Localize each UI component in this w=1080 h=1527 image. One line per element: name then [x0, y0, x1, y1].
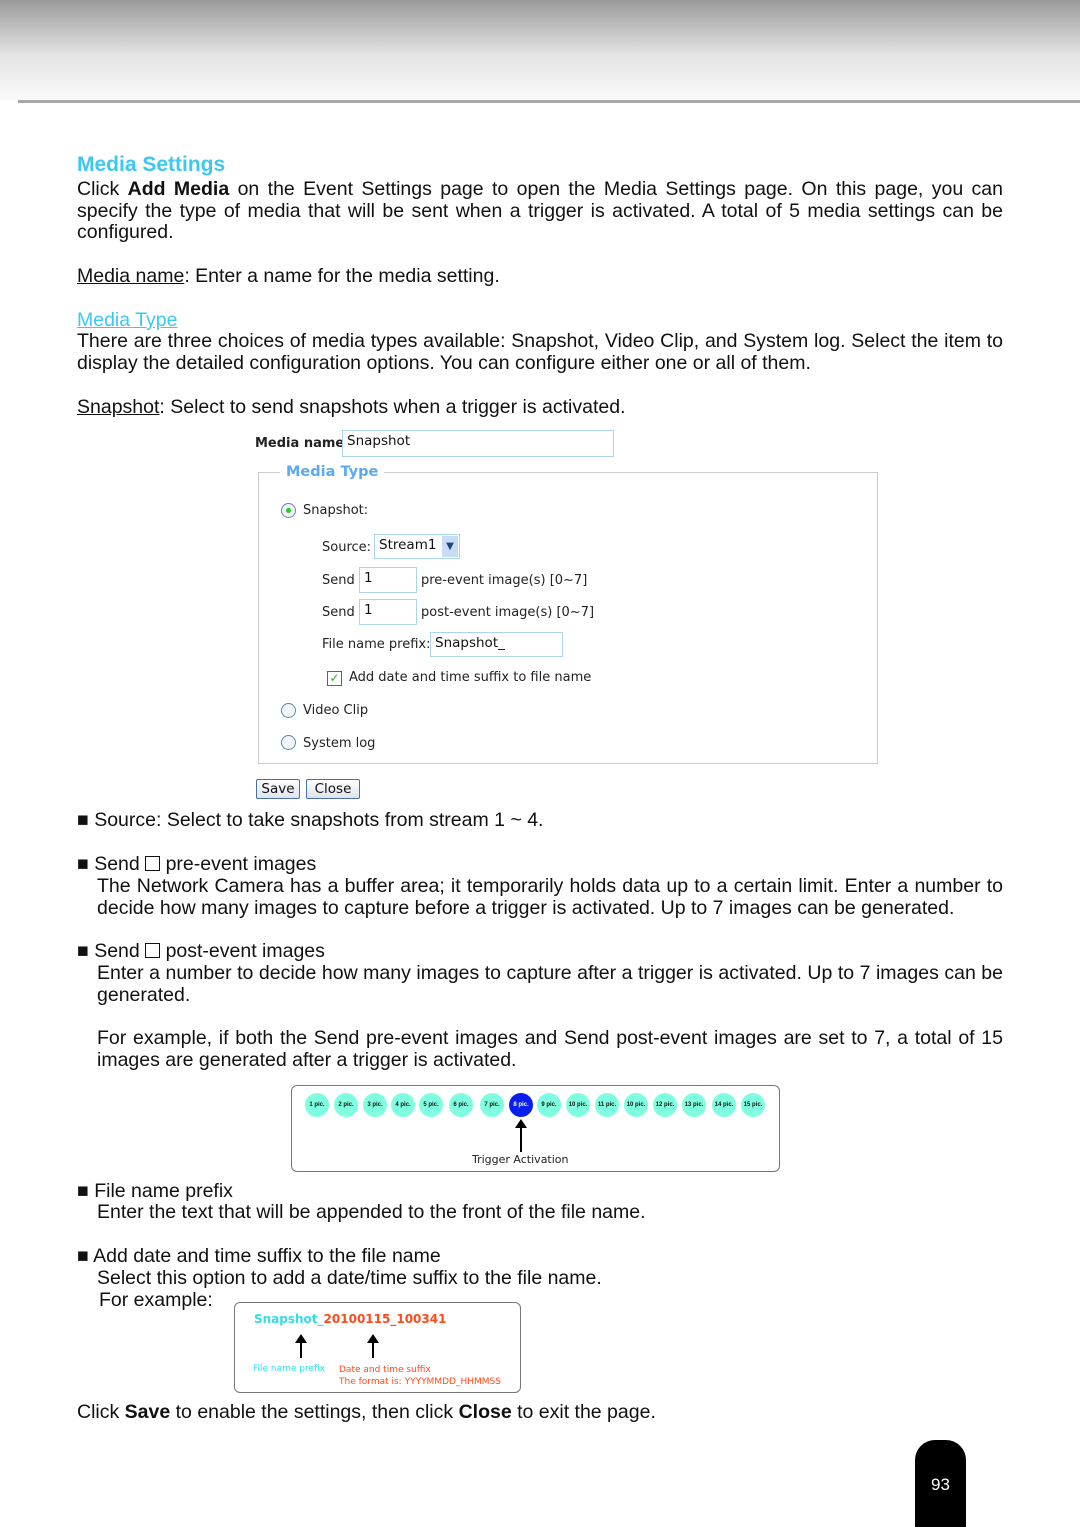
- intro-paragraph: Click Add Media on the Event Settings pa…: [77, 178, 1003, 244]
- arrow-up-icon: [367, 1334, 379, 1358]
- prefix-caption: File name prefix: [253, 1364, 326, 1374]
- send-post-label: Send: [322, 605, 355, 620]
- snapshot-label: Snapshot:: [303, 503, 369, 518]
- arrow-up-icon: [295, 1334, 307, 1358]
- pic-circle: 3 pic.: [363, 1093, 387, 1117]
- manual-page: Media Settings Click Add Media on the Ev…: [0, 0, 1080, 1527]
- pic-circle: 10 pic.: [566, 1093, 590, 1117]
- pic-circle: 11 pic.: [595, 1093, 619, 1117]
- system-log-label: System log: [303, 736, 376, 751]
- pic-circle: 7 pic.: [480, 1093, 504, 1117]
- snapshot-radio[interactable]: [281, 503, 296, 518]
- box-icon: [145, 943, 161, 958]
- chevron-down-icon: ▼: [442, 536, 458, 557]
- send-pre-label: Send: [322, 573, 355, 588]
- bullet-suffix-text: Select this option to add a date/time su…: [97, 1267, 602, 1289]
- box-icon: [145, 856, 161, 871]
- pic-circle: 10 pic.: [624, 1093, 648, 1117]
- suffix-label: Add date and time suffix to file name: [349, 670, 592, 685]
- suffix-checkbox[interactable]: ✓: [327, 671, 342, 686]
- pic-circle: 8 pic.: [509, 1093, 533, 1117]
- save-button[interactable]: Save: [256, 779, 300, 799]
- example-text: For example, if both the Send pre-event …: [97, 1027, 1003, 1071]
- post-event-text: post-event image(s) [0~7]: [421, 605, 595, 620]
- prefix-label: File name prefix:: [322, 637, 431, 652]
- pic-circle: 13 pic.: [682, 1093, 706, 1117]
- media-type-heading: Media Type: [77, 309, 178, 331]
- arrow-up-icon: [515, 1119, 527, 1152]
- bullet-post-text: Enter a number to decide how many images…: [97, 962, 1003, 1006]
- source-label: Source:: [322, 540, 372, 555]
- snapshot-text: Snapshot: Select to send snapshots when …: [77, 396, 626, 418]
- bullet-prefix-text: Enter the text that will be appended to …: [97, 1201, 646, 1223]
- closing-text: Click Save to enable the settings, then …: [77, 1401, 656, 1423]
- header-band: [0, 0, 1080, 100]
- bullet-prefix-title: ■ File name prefix: [77, 1180, 233, 1202]
- system-log-radio[interactable]: [281, 735, 296, 750]
- suffix-caption: Date and time suffix The format is: YYYYM…: [339, 1365, 501, 1387]
- pre-event-input[interactable]: 1: [359, 567, 417, 593]
- post-event-input[interactable]: 1: [359, 599, 417, 625]
- bullet-pre-text: The Network Camera has a buffer area; it…: [97, 875, 1003, 919]
- bullet-source: ■ Source: Select to take snapshots from …: [77, 809, 544, 831]
- bullet-suffix-title: ■ Add date and time suffix to the file n…: [77, 1245, 441, 1267]
- pic-circle: 5 pic.: [419, 1093, 443, 1117]
- media-type-paragraph: There are three choices of media types a…: [77, 330, 1003, 374]
- media-name-label: Media name:: [255, 436, 350, 451]
- section-title: Media Settings: [77, 153, 226, 176]
- media-name-text: Media name: Enter a name for the media s…: [77, 265, 500, 287]
- bullet-pre-title: ■ Send pre-event images: [77, 853, 317, 875]
- filename-example: Snapshot_20100115_100341: [254, 1312, 447, 1326]
- trigger-label: Trigger Activation: [472, 1153, 569, 1166]
- pic-circle: 2 pic.: [334, 1093, 358, 1117]
- pic-circle: 12 pic.: [653, 1093, 677, 1117]
- prefix-input[interactable]: Snapshot_: [430, 632, 563, 657]
- pic-circle: 9 pic.: [537, 1093, 561, 1117]
- pre-event-text: pre-event image(s) [0~7]: [421, 573, 588, 588]
- pic-circle: 1 pic.: [305, 1093, 329, 1117]
- page-number: 93: [915, 1440, 966, 1527]
- header-rule: [18, 100, 1080, 103]
- pic-circle: 4 pic.: [391, 1093, 415, 1117]
- close-button[interactable]: Close: [306, 779, 360, 799]
- bullet-post-title: ■ Send post-event images: [77, 940, 325, 962]
- media-name-input[interactable]: Snapshot: [342, 430, 614, 457]
- pic-circle: 6 pic.: [449, 1093, 473, 1117]
- pic-circle: 14 pic.: [712, 1093, 736, 1117]
- fieldset-legend: Media Type: [280, 464, 385, 480]
- video-clip-label: Video Clip: [303, 703, 369, 718]
- pic-circle: 15 pic.: [741, 1093, 765, 1117]
- source-select[interactable]: Stream1 ▼: [374, 534, 460, 559]
- video-clip-radio[interactable]: [281, 703, 296, 718]
